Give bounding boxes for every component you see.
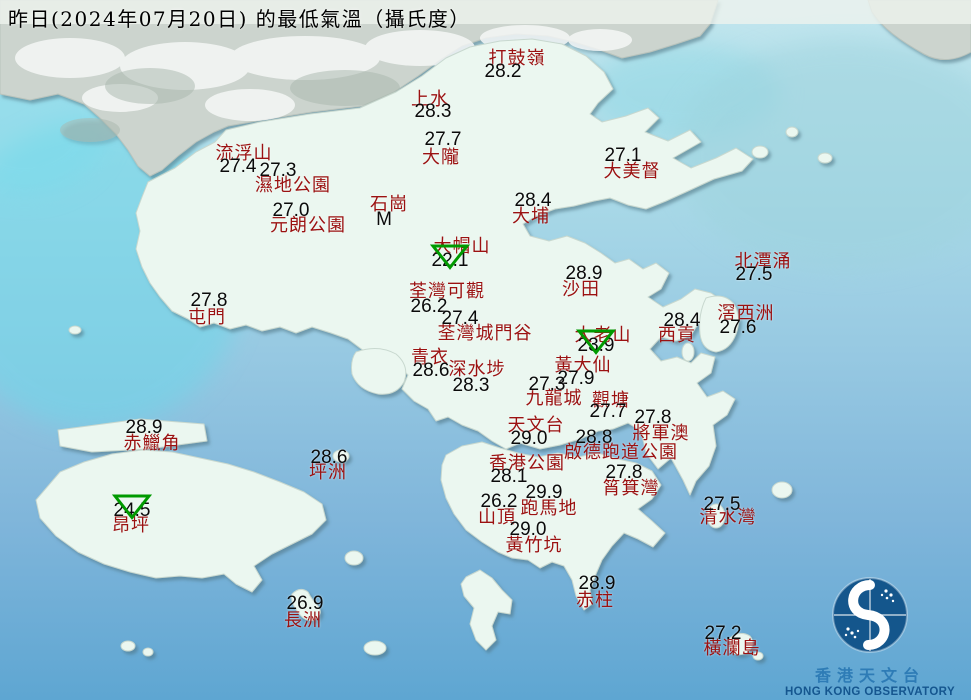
hko-typhoon-swirl-icon <box>830 575 910 655</box>
station-min-temp-value: 28.4 <box>515 190 552 212</box>
hko-name-chinese: 香港天文台 <box>775 662 965 686</box>
station-min-temp-value: 22.1 <box>432 250 469 272</box>
station-min-temp-value: 27.3 <box>260 160 297 182</box>
station-min-temp-value: 26.9 <box>287 593 324 615</box>
map-title: 昨日(2024年07月20日) 的最低氣溫（攝氏度） <box>8 3 471 32</box>
station-min-temp-value: 27.5 <box>704 494 741 516</box>
station-min-temp-value: 27.8 <box>191 290 228 312</box>
station-min-temp-value: M <box>376 209 392 231</box>
station-min-temp-value: 29.9 <box>526 482 563 504</box>
station-min-temp-value: 27.7 <box>425 129 462 151</box>
station-min-temp-value: 27.3 <box>529 374 566 396</box>
station-min-temp-value: 28.6 <box>311 447 348 469</box>
hko-logo: 香港天文台 HONG KONG OBSERVATORY <box>775 575 965 698</box>
station-min-temp-value: 28.9 <box>566 263 603 285</box>
station-min-temp-value: 29.0 <box>511 428 548 450</box>
station-min-temp-value: 28.8 <box>576 427 613 449</box>
station-min-temp-value: 28.6 <box>413 360 450 382</box>
station-min-temp-value: 27.4 <box>220 156 257 178</box>
station-min-temp-value: 28.1 <box>491 466 528 488</box>
station-min-temp-value: 27.4 <box>442 308 479 330</box>
station-min-temp-value: 28.4 <box>664 310 701 332</box>
station-min-temp-value: 27.5 <box>736 264 773 286</box>
weather-map-page: 昨日(2024年07月20日) 的最低氣溫（攝氏度） 打鼓嶺28.2上水28.3… <box>0 0 971 700</box>
station-min-temp-value: 28.9 <box>126 417 163 439</box>
station-min-temp-value: 27.0 <box>273 200 310 222</box>
station-min-temp-value: 28.2 <box>485 61 522 83</box>
station-min-temp-value: 24.5 <box>114 500 151 522</box>
hko-name-english: HONG KONG OBSERVATORY <box>775 686 965 698</box>
station-min-temp-value: 27.8 <box>606 462 643 484</box>
station-min-temp-value: 27.1 <box>605 145 642 167</box>
station-min-temp-value: 26.2 <box>481 491 518 513</box>
station-min-temp-value: 28.3 <box>415 101 452 123</box>
station-min-temp-value: 27.8 <box>635 407 672 429</box>
station-min-temp-value: 29.0 <box>510 519 547 541</box>
station-min-temp-value: 28.9 <box>579 573 616 595</box>
station-min-temp-value: 27.7 <box>590 401 627 423</box>
station-min-temp-value: 27.2 <box>705 623 742 645</box>
station-min-temp-value: 28.3 <box>453 375 490 397</box>
station-min-temp-value: 27.6 <box>720 317 757 339</box>
